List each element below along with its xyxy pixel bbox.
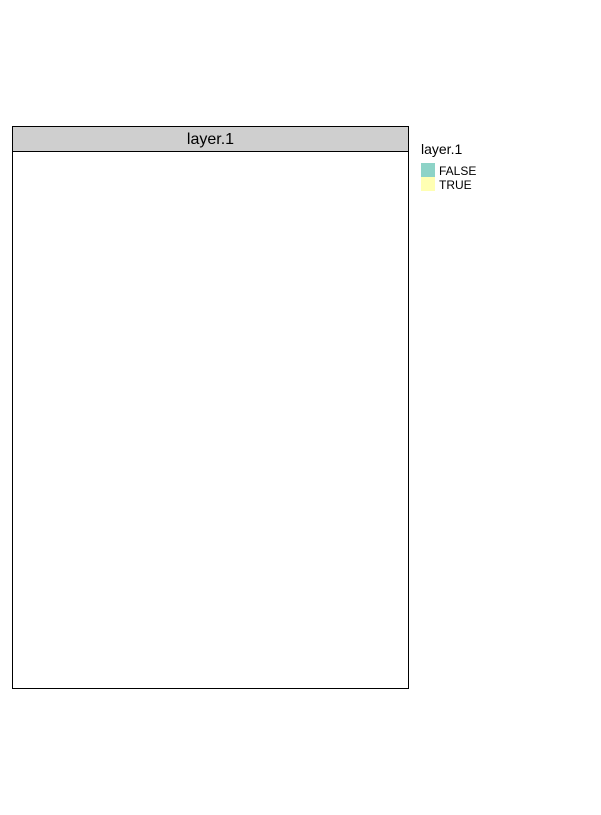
legend-item-true: TRUE: [421, 177, 591, 192]
panel-strip-label: layer.1: [13, 127, 408, 152]
legend-swatch-false: [421, 163, 435, 177]
legend-title: layer.1: [421, 141, 463, 157]
legend: layer.1 FALSE TRUE: [421, 141, 591, 192]
legend-item-false: FALSE: [421, 163, 591, 178]
plot-panel: layer.1: [12, 126, 409, 689]
legend-swatch-true: [421, 177, 435, 191]
legend-label-true: TRUE: [439, 178, 472, 192]
plot-area: [13, 152, 408, 688]
